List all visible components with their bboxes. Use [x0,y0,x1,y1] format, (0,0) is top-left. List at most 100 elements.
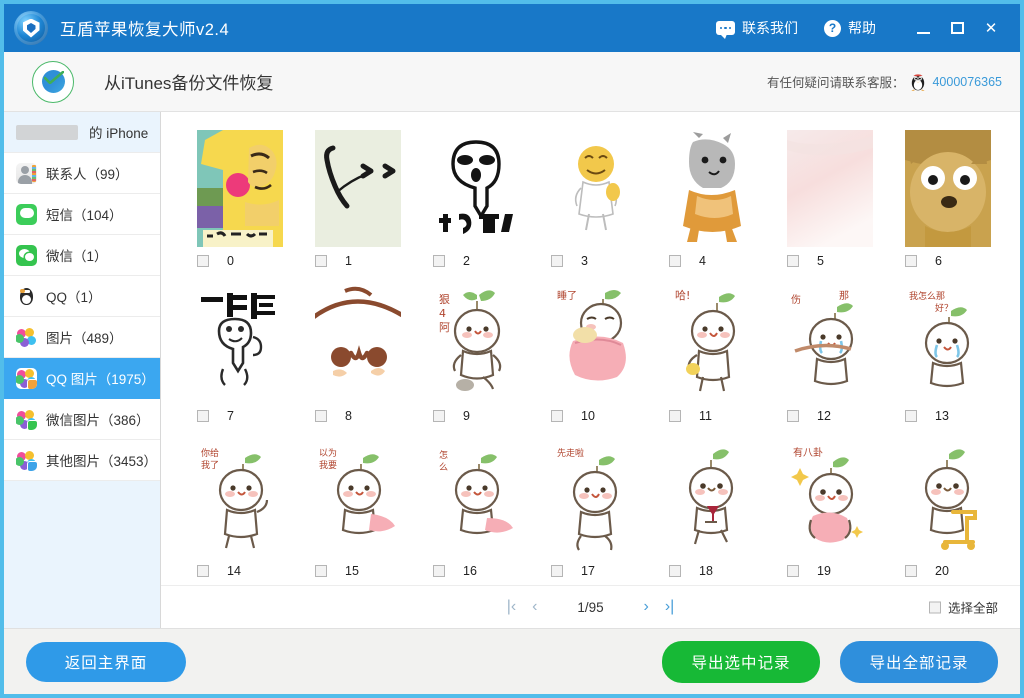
close-button[interactable]: ✕ [974,13,1008,43]
thumbnail-image[interactable] [787,130,873,247]
thumbnail-checkbox[interactable] [315,255,327,267]
thumbnail-image[interactable]: 先走啦 [551,440,637,557]
thumbnail-checkbox[interactable] [669,565,681,577]
thumbnail-image[interactable] [551,130,637,247]
sidebar-item-wechat-photos[interactable]: 微信图片（386） [4,399,160,440]
thumbnail-caption: 5 [787,247,873,271]
contact-us-button[interactable]: 联系我们 [716,18,798,39]
thumbnail-image[interactable] [669,130,755,247]
sidebar-item-sms[interactable]: 短信（104） [4,194,160,235]
grid-cell[interactable]: 以为 我要 15 [299,440,417,585]
thumbnail-checkbox[interactable] [433,255,445,267]
thumbnail-image[interactable] [669,440,755,557]
sidebar-item-label: 其他图片（3453） [46,454,158,469]
thumbnail-checkbox[interactable] [787,255,799,267]
help-button[interactable]: ? 帮助 [824,18,876,38]
sidebar-item-qq[interactable]: QQ（1） [4,276,160,317]
thumbnail-checkbox[interactable] [197,255,209,267]
thumbnail-checkbox[interactable] [669,255,681,267]
sidebar-item-wechat[interactable]: 微信（1） [4,235,160,276]
minimize-button[interactable] [906,13,940,43]
grid-cell[interactable]: 3 [535,130,653,285]
contact-us-label: 联系我们 [742,20,798,36]
sidebar-item-photos[interactable]: 图片（489） [4,317,160,358]
last-page-button[interactable]: ›| [665,598,674,616]
select-all-control[interactable]: 选择全部 [928,598,998,617]
thumbnail-image[interactable]: 哈! [669,285,755,402]
thumbnail-checkbox[interactable] [197,565,209,577]
svg-text:你给: 你给 [201,447,219,459]
thumbnail-image[interactable] [315,285,401,402]
thumbnail-checkbox[interactable] [551,410,563,422]
thumbnail-image[interactable]: 睡了 [551,285,637,402]
grid-cell[interactable]: 1 [299,130,417,285]
grid-cell[interactable]: 有八卦 19 [771,440,889,585]
other-photos-icon [16,449,37,471]
grid-cell[interactable]: 5 [771,130,889,285]
thumbnail-checkbox[interactable] [315,410,327,422]
thumbnail-checkbox[interactable] [905,410,917,422]
thumbnail-caption: 20 [905,557,991,581]
thumbnail-checkbox[interactable] [551,565,563,577]
svg-text:那: 那 [839,290,849,302]
thumbnail-checkbox[interactable] [197,410,209,422]
grid-cell[interactable]: 18 [653,440,771,585]
thumbnail-caption: 19 [787,557,873,581]
grid-cell[interactable]: 先走啦 17 [535,440,653,585]
grid-cell[interactable]: 8 [299,285,417,440]
sidebar-item-device[interactable]: 的 iPhone [4,112,160,153]
customer-service-number[interactable]: 4000076365 [932,75,1002,89]
svg-text:4: 4 [439,307,446,320]
thumbnail-caption: 2 [433,247,519,271]
thumbnail-image[interactable] [197,130,283,247]
back-to-main-button[interactable]: 返回主界面 [26,641,186,682]
grid-cell[interactable]: 哈! 11 [653,285,771,440]
grid-cell[interactable]: 20 [889,440,1007,585]
thumbnail-image[interactable] [315,130,401,247]
thumbnail-checkbox[interactable] [905,565,917,577]
grid-cell[interactable]: 狠4阿 9 [417,285,535,440]
thumbnail-checkbox[interactable] [315,565,327,577]
thumbnail-image[interactable] [905,440,991,557]
thumbnail-checkbox[interactable] [669,410,681,422]
thumbnail-index: 11 [699,409,712,423]
svg-text:狠: 狠 [439,293,450,306]
grid-cell[interactable]: 我怎么那 好？ 13 [889,285,1007,440]
thumbnail-checkbox[interactable] [551,255,563,267]
sidebar-item-other-photos[interactable]: 其他图片（3453） [4,440,160,481]
sidebar-item-qq-photos[interactable]: QQ 图片（1975） [4,358,160,399]
thumbnail-image[interactable]: 伤 那 [787,285,873,402]
grid-cell[interactable]: 怎 么 16 [417,440,535,585]
thumbnail-image[interactable]: 以为 我要 [315,440,401,557]
export-selected-button[interactable]: 导出选中记录 [662,640,820,683]
thumbnail-image[interactable]: 怎 么 [433,440,519,557]
thumbnail-image[interactable]: 我怎么那 好？ [905,285,991,402]
thumbnail-checkbox[interactable] [787,410,799,422]
grid-cell[interactable]: 2 [417,130,535,285]
sidebar-item-contacts[interactable]: 联系人（99） [4,153,160,194]
next-page-button[interactable]: › [644,598,649,616]
thumbnail-checkbox[interactable] [787,565,799,577]
thumbnail-checkbox[interactable] [433,410,445,422]
sidebar-item-label: QQ（1） [46,290,102,305]
grid-cell[interactable]: 你给 我了 14 [181,440,299,585]
grid-cell[interactable]: 0 [181,130,299,285]
thumbnail-checkbox[interactable] [905,255,917,267]
grid-cell[interactable]: 7 [181,285,299,440]
thumbnail-checkbox[interactable] [433,565,445,577]
thumbnail-image[interactable]: 有八卦 [787,440,873,557]
thumbnail-image[interactable] [197,285,283,402]
thumbnail-image[interactable]: 你给 我了 [197,440,283,557]
grid-cell[interactable]: 伤 那 12 [771,285,889,440]
first-page-button[interactable]: |‹ [507,598,516,616]
export-all-button[interactable]: 导出全部记录 [840,640,998,683]
select-all-checkbox[interactable] [928,601,941,613]
thumbnail-image[interactable]: 狠4阿 [433,285,519,402]
grid-cell[interactable]: 睡了 10 [535,285,653,440]
grid-cell[interactable]: 6 [889,130,1007,285]
thumbnail-image[interactable] [433,130,519,247]
prev-page-button[interactable]: ‹ [532,598,537,616]
thumbnail-image[interactable] [905,130,991,247]
grid-cell[interactable]: 4 [653,130,771,285]
maximize-button[interactable] [940,13,974,43]
